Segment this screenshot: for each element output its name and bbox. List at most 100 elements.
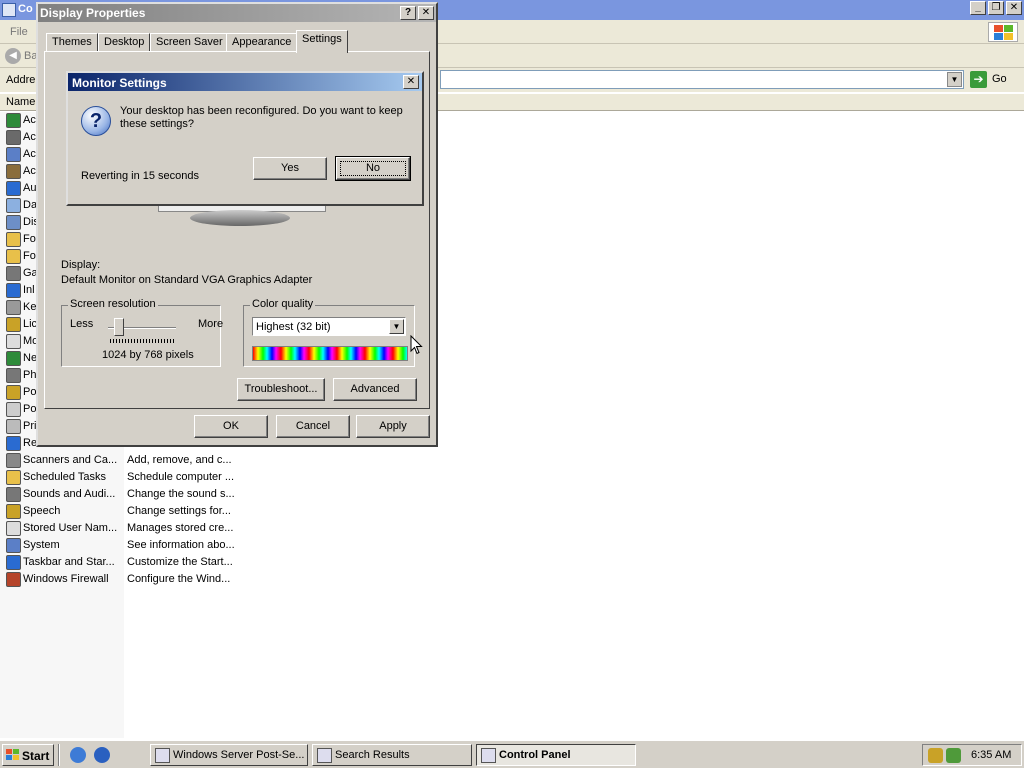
monitor-settings-titlebar[interactable]: Monitor Settings ✕ <box>68 73 422 91</box>
phone-modem-icon <box>6 368 21 383</box>
taskbar-task[interactable]: Search Results <box>312 744 472 766</box>
less-label: Less <box>70 318 94 330</box>
mouse-icon <box>6 334 21 349</box>
display-icon <box>6 215 21 230</box>
list-item-name: Inl <box>23 284 35 296</box>
add-hardware-icon <box>6 130 21 145</box>
tab-settings[interactable]: Settings <box>296 30 348 53</box>
tab-themes[interactable]: Themes <box>46 33 98 53</box>
more-label: More <box>198 318 224 330</box>
resolution-value: 1024 by 768 pixels <box>102 349 194 361</box>
menu-file[interactable]: File <box>10 26 28 38</box>
list-item[interactable]: Speech Change settings for... <box>6 503 246 520</box>
column-name-header[interactable]: Name <box>6 96 35 108</box>
list-item-comment: Schedule computer ... <box>127 471 235 483</box>
screen-resolution-title: Screen resolution <box>68 298 158 310</box>
list-item[interactable]: Scanners and Ca... Add, remove, and c... <box>6 452 246 469</box>
system-tray: 6:35 AM <box>922 744 1022 766</box>
list-item-name: Ph <box>23 369 37 381</box>
start-label: Start <box>22 749 50 763</box>
question-icon: ? <box>81 106 111 136</box>
task-label: Control Panel <box>499 749 571 761</box>
help-button[interactable]: ? <box>400 6 416 20</box>
maximize-button[interactable]: ❐ <box>988 1 1004 15</box>
list-item[interactable]: System See information abo... <box>6 537 246 554</box>
windows-logo-icon <box>988 22 1018 42</box>
add-remove-programs-icon <box>6 147 21 162</box>
list-item-name: Windows Firewall <box>23 573 109 585</box>
list-item-name: Ac <box>23 148 36 160</box>
taskbar-task-active[interactable]: Control Panel <box>476 744 636 766</box>
display-properties-title: Display Properties <box>40 6 146 20</box>
tray-tool-icon[interactable] <box>928 748 943 763</box>
color-quality-select[interactable]: Highest (32 bit) ▼ <box>252 317 406 336</box>
display-properties-titlebar[interactable]: Display Properties ? ✕ <box>38 4 436 22</box>
task-label: Search Results <box>335 749 410 761</box>
tab-screen-saver[interactable]: Screen Saver <box>150 33 229 53</box>
tab-appearance[interactable]: Appearance <box>226 33 298 53</box>
list-item[interactable]: Taskbar and Star... Customize the Start..… <box>6 554 246 571</box>
list-item-name: Da <box>23 199 38 211</box>
list-item-name: Ac <box>23 114 36 126</box>
mouse-pointer-icon <box>410 335 423 355</box>
windows-flag-icon <box>6 749 20 761</box>
display-value: Default Monitor on Standard VGA Graphics… <box>61 274 313 286</box>
chevron-down-icon[interactable]: ▼ <box>947 72 962 87</box>
close-button[interactable]: ✕ <box>403 75 419 89</box>
apply-button[interactable]: Apply <box>356 415 430 438</box>
back-arrow-icon[interactable]: ◀ <box>5 48 21 64</box>
list-item[interactable]: Stored User Nam... Manages stored cre... <box>6 520 246 537</box>
list-item-name: Scanners and Ca... <box>23 454 118 466</box>
resolution-slider-thumb[interactable] <box>114 318 124 336</box>
no-button[interactable]: No <box>335 156 411 181</box>
show-desktop-quicklaunch-icon[interactable] <box>94 747 110 763</box>
list-item-name: Ac <box>23 165 36 177</box>
list-item-comment: Add, remove, and c... <box>127 454 232 466</box>
list-item-comment: See information abo... <box>127 539 235 551</box>
taskbar-task[interactable]: Windows Server Post-Se... <box>150 744 308 766</box>
power-options-icon <box>6 402 21 417</box>
screen-resolution-group: Screen resolution Less More 1024 by 768 … <box>61 298 224 367</box>
list-item-name: Ac <box>23 131 36 143</box>
list-item[interactable]: Windows Firewall Configure the Wind... <box>6 571 246 588</box>
game-controllers-icon <box>6 266 21 281</box>
server-icon <box>155 748 170 763</box>
tab-desktop[interactable]: Desktop <box>98 33 151 53</box>
folder-options-icon <box>6 232 21 247</box>
troubleshoot-button[interactable]: Troubleshoot... <box>237 378 325 401</box>
scanners-cameras-icon <box>6 453 21 468</box>
windows-firewall-icon <box>6 572 21 587</box>
list-item-name: System <box>23 539 60 551</box>
taskbar-start-menu-icon <box>6 555 21 570</box>
list-item[interactable]: Scheduled Tasks Schedule computer ... <box>6 469 246 486</box>
network-connections-icon <box>6 351 21 366</box>
minimize-button[interactable]: _ <box>970 1 986 15</box>
cancel-button[interactable]: Cancel <box>276 415 350 438</box>
address-input[interactable]: ▼ <box>440 70 964 89</box>
color-spectrum-bar <box>252 346 408 361</box>
monitor-settings-dialog: Monitor Settings ✕ ? Your desktop has be… <box>66 71 424 206</box>
start-button[interactable]: Start <box>2 744 54 766</box>
accessibility-icon <box>6 113 21 128</box>
go-arrow-icon: ➔ <box>970 71 987 88</box>
control-panel-icon <box>481 748 496 763</box>
internet-options-icon <box>6 283 21 298</box>
internet-explorer-quicklaunch-icon[interactable] <box>70 747 86 763</box>
list-item-name: Fo <box>23 250 36 262</box>
color-quality-value: Highest (32 bit) <box>256 321 331 333</box>
color-quality-title: Color quality <box>250 298 316 310</box>
list-item-comment: Manages stored cre... <box>127 522 234 534</box>
tray-network-icon[interactable] <box>946 748 961 763</box>
display-properties-dialog: Display Properties ? ✕ Themes Desktop Sc… <box>36 2 438 447</box>
scheduled-tasks-icon <box>6 470 21 485</box>
yes-button[interactable]: Yes <box>253 157 327 180</box>
go-button[interactable]: ➔ Go <box>968 70 1020 89</box>
chevron-down-icon[interactable]: ▼ <box>389 319 404 334</box>
close-button[interactable]: ✕ <box>418 6 434 20</box>
fonts-icon <box>6 249 21 264</box>
clock[interactable]: 6:35 AM <box>971 749 1011 761</box>
advanced-button[interactable]: Advanced <box>333 378 417 401</box>
close-button[interactable]: ✕ <box>1006 1 1022 15</box>
list-item[interactable]: Sounds and Audi... Change the sound s... <box>6 486 246 503</box>
ok-button[interactable]: OK <box>194 415 268 438</box>
